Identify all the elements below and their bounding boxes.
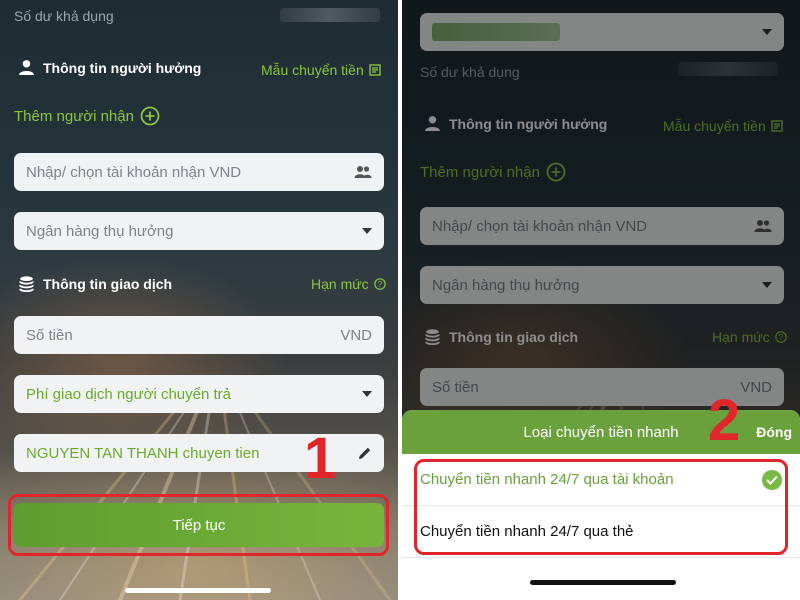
sheet-header: Loại chuyển tiền nhanh Đóng xyxy=(402,410,800,454)
balance-value-hidden xyxy=(280,8,380,22)
recipient-info-title: Thông tin người hưởng xyxy=(43,59,202,76)
right-screen: Số dư khả dụng Thông tin người hưởng Mẫu… xyxy=(402,0,800,600)
person-icon xyxy=(19,60,34,75)
coins-icon xyxy=(19,276,34,292)
close-button[interactable]: Đóng xyxy=(756,424,792,440)
transfer-template-label: Mẫu chuyển tiền xyxy=(261,62,364,78)
fee-payer-value: Phí giao dịch người chuyển trả xyxy=(26,385,231,403)
annotation-highlight-continue xyxy=(8,494,389,556)
beneficiary-bank-select[interactable]: Ngân hàng thụ hưởng xyxy=(14,212,384,250)
transaction-info-header: Thông tin giao dịch xyxy=(18,275,172,292)
annotation-step-1: 1 xyxy=(304,426,337,491)
currency-label: VND xyxy=(340,326,372,344)
svg-text:?: ? xyxy=(377,280,382,289)
caret-down-icon xyxy=(362,391,372,397)
help-icon: ? xyxy=(373,278,386,290)
add-recipient-link[interactable]: Thêm người nhận xyxy=(14,106,160,126)
template-icon xyxy=(369,64,381,76)
plus-circle-icon xyxy=(140,106,160,126)
beneficiary-bank-placeholder: Ngân hàng thụ hưởng xyxy=(26,222,174,240)
balance-label: Số dư khả dụng xyxy=(14,8,114,24)
edit-pencil-icon[interactable] xyxy=(358,446,372,460)
left-screen: Số dư khả dụng Thông tin người hưởng Mẫu… xyxy=(0,0,398,600)
recipient-account-input[interactable]: Nhập/ chọn tài khoản nhận VND xyxy=(14,153,384,191)
transfer-template-link[interactable]: Mẫu chuyển tiền xyxy=(261,62,381,78)
sheet-title: Loại chuyển tiền nhanh xyxy=(523,423,679,441)
caret-down-icon xyxy=(362,228,372,234)
limit-label: Hạn mức xyxy=(311,276,369,292)
transaction-info-title: Thông tin giao dịch xyxy=(43,275,173,292)
contacts-icon[interactable] xyxy=(354,165,372,179)
annotation-highlight-options xyxy=(414,459,788,555)
amount-input[interactable]: Số tiền VND xyxy=(14,316,384,354)
home-indicator xyxy=(125,588,271,593)
add-recipient-label: Thêm người nhận xyxy=(14,107,134,125)
amount-placeholder: Số tiền xyxy=(26,326,73,344)
home-indicator xyxy=(530,580,676,585)
limit-link[interactable]: Hạn mức ? xyxy=(311,276,386,292)
annotation-step-2: 2 xyxy=(708,388,741,453)
recipient-account-placeholder: Nhập/ chọn tài khoản nhận VND xyxy=(26,163,242,181)
fee-payer-select[interactable]: Phí giao dịch người chuyển trả xyxy=(14,375,384,413)
recipient-info-header: Thông tin người hưởng xyxy=(18,59,201,76)
